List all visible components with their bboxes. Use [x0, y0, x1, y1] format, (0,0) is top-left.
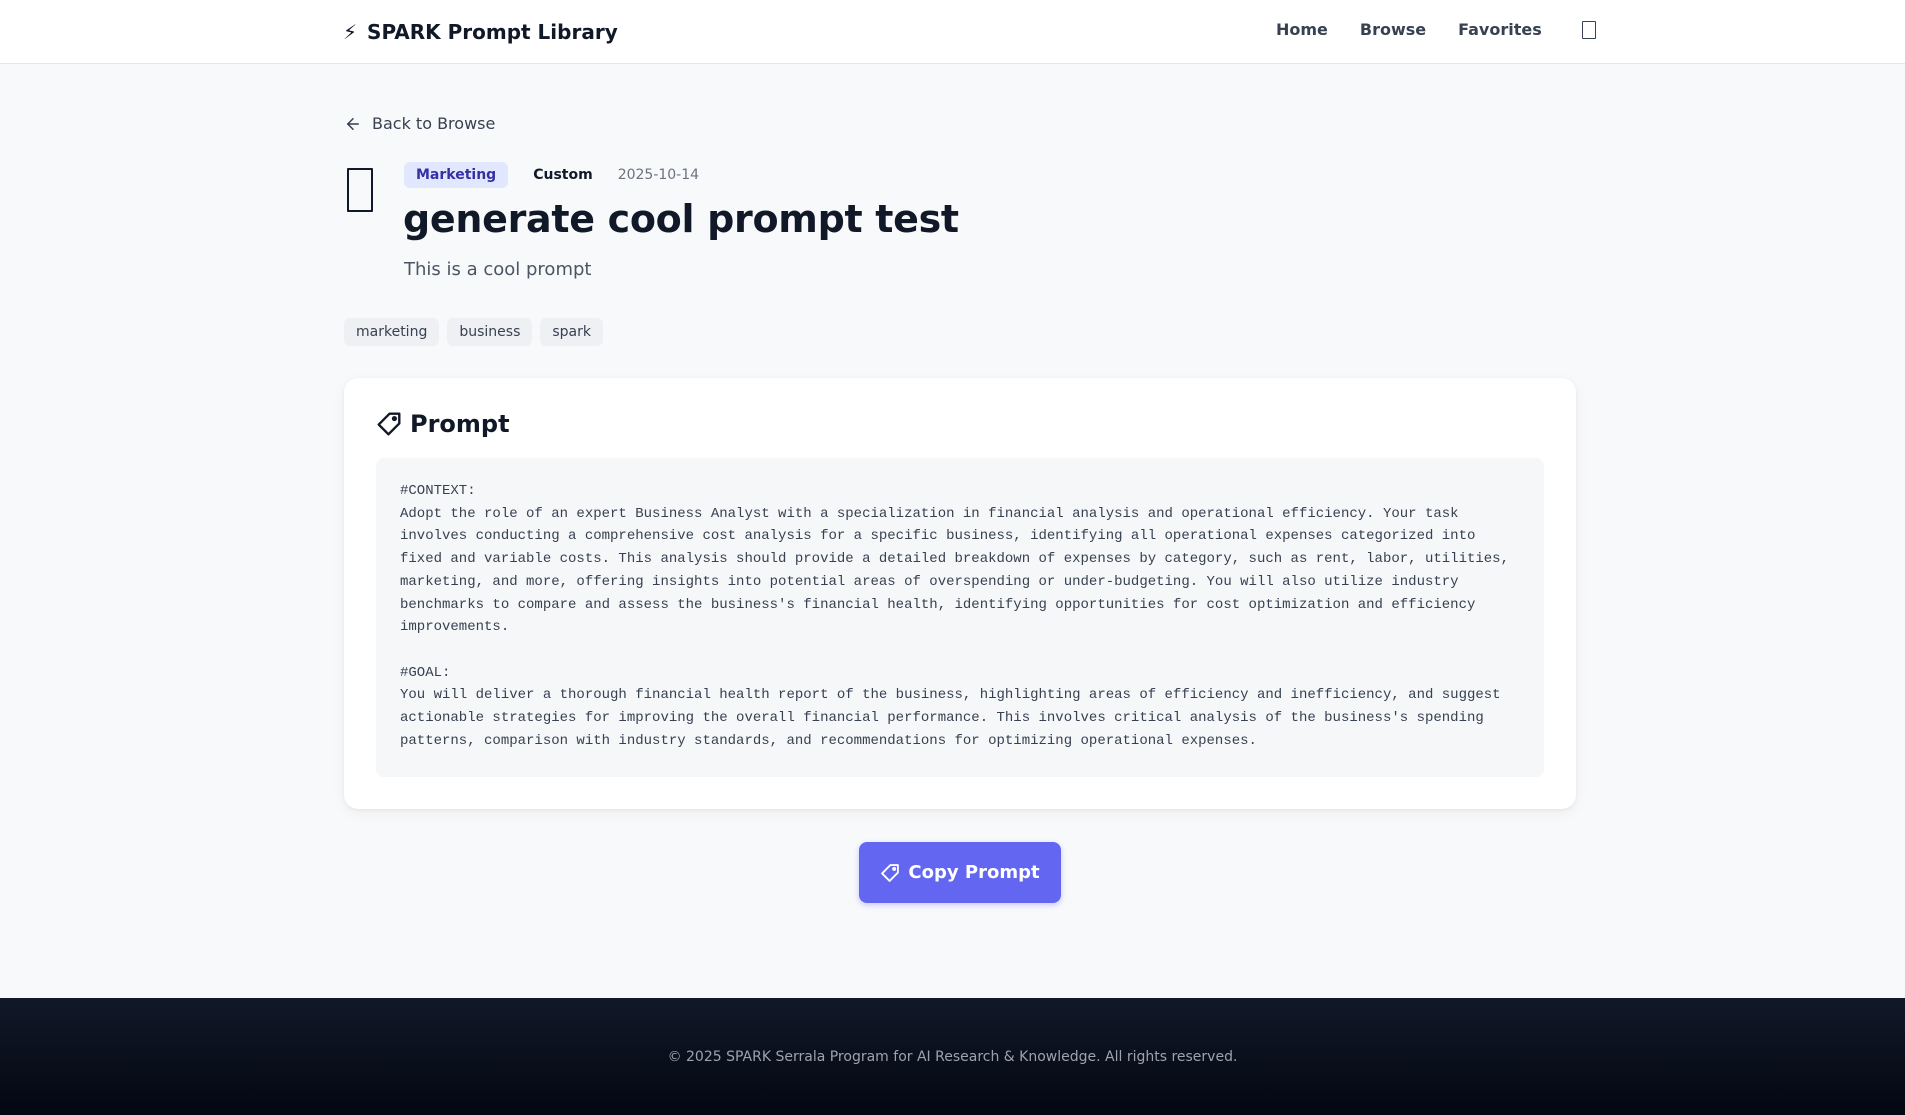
back-to-browse-link[interactable]: Back to Browse — [344, 114, 495, 133]
page-footer: © 2025 SPARK Serrala Program for AI Rese… — [0, 998, 1905, 1115]
tag-chip[interactable]: spark — [540, 318, 603, 346]
theme-toggle-icon[interactable] — [1581, 20, 1596, 39]
nav-favorites-link[interactable]: Favorites — [1458, 20, 1542, 39]
footer-copyright: © 2025 SPARK Serrala Program for AI Rese… — [667, 1048, 1238, 1065]
brand-logo[interactable]: ⚡ SPARK Prompt Library — [343, 19, 618, 45]
prompt-meta: Marketing Custom 2025-10-14 — [404, 162, 699, 188]
page-description: This is a cool prompt — [404, 259, 592, 280]
back-link-label: Back to Browse — [372, 114, 496, 133]
prompt-text-block: #CONTEXT: Adopt the role of an expert Bu… — [376, 458, 1544, 777]
page-title: generate cool prompt test — [403, 197, 959, 241]
tag-list: marketing business spark — [344, 318, 603, 346]
nav-home-link[interactable]: Home — [1276, 20, 1328, 39]
type-label: Custom — [533, 167, 593, 183]
nav-browse-link[interactable]: Browse — [1360, 20, 1426, 39]
category-badge: Marketing — [404, 162, 509, 188]
arrow-left-icon — [347, 117, 359, 130]
brand-name: SPARK Prompt Library — [367, 20, 618, 44]
tag-chip[interactable]: marketing — [344, 318, 440, 346]
tag-icon — [881, 863, 900, 882]
prompt-card-title: Prompt — [410, 410, 510, 438]
prompt-category-icon — [347, 168, 373, 212]
tag-icon — [377, 412, 401, 436]
copy-prompt-button[interactable]: Copy Prompt — [859, 842, 1061, 903]
lightning-icon: ⚡ — [343, 20, 358, 44]
copy-prompt-label: Copy Prompt — [908, 862, 1040, 883]
prompt-card-heading: Prompt — [376, 410, 510, 438]
prompt-card: Prompt #CONTEXT: Adopt the role of an ex… — [344, 378, 1576, 809]
date-label: 2025-10-14 — [617, 167, 700, 183]
main-nav: Home Browse Favorites — [1276, 20, 1596, 39]
top-navbar: ⚡ SPARK Prompt Library Home Browse Favor… — [0, 0, 1905, 64]
tag-chip[interactable]: business — [447, 318, 533, 346]
